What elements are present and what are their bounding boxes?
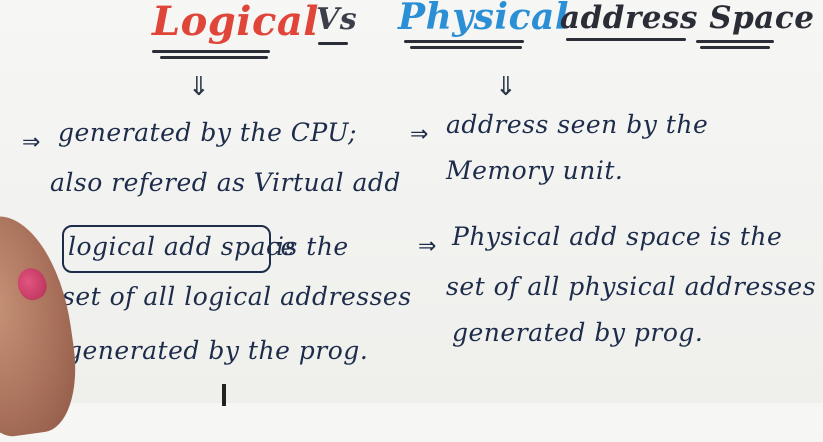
title-space-underline: [696, 40, 774, 43]
title-address-underline: [566, 38, 686, 41]
title-physical: Physical: [398, 0, 570, 38]
right-bullet-2-arrow-icon: ⇒: [418, 234, 437, 259]
right-down-arrow-icon: ⇓: [495, 72, 517, 102]
right-bullet-2-line-3: generated by prog.: [452, 318, 704, 347]
title-vs: Vs: [316, 2, 358, 37]
left-down-arrow-icon: ⇓: [188, 72, 210, 102]
left-bullet-2-line-2: set of all logical addresses: [62, 282, 412, 311]
title-space-underline-2: [700, 46, 770, 49]
left-bullet-1-arrow-icon: ⇒: [22, 130, 41, 155]
title-logical-underline: [152, 50, 270, 53]
title-address-space: address Space: [560, 0, 815, 36]
right-bullet-2-line-1: Physical add space is the: [452, 222, 783, 251]
right-bullet-1-arrow-icon: ⇒: [410, 122, 429, 147]
title-physical-underline: [404, 40, 524, 43]
right-bullet-2-line-2: set of all physical addresses: [446, 272, 817, 301]
left-bullet-2-line-3: generated by the prog.: [66, 336, 369, 365]
left-bullet-2-rest: is the: [276, 232, 349, 261]
title-vs-underline: [318, 42, 348, 45]
title-physical-underline-2: [410, 46, 522, 49]
left-bullet-2-boxed-term: logical add space: [68, 232, 296, 261]
whiteboard: Logical Vs Physical address Space ⇓ ⇓ ⇒ …: [0, 0, 823, 442]
title-logical-underline-2: [160, 56, 268, 59]
left-bullet-1-line-1: generated by the CPU;: [58, 118, 357, 147]
right-bullet-1-line-2: Memory unit.: [446, 156, 624, 185]
right-bullet-1-line-1: address seen by the: [446, 110, 709, 139]
left-bullet-1-line-2: also refered as Virtual add: [50, 168, 401, 197]
title-logical: Logical: [152, 0, 319, 45]
